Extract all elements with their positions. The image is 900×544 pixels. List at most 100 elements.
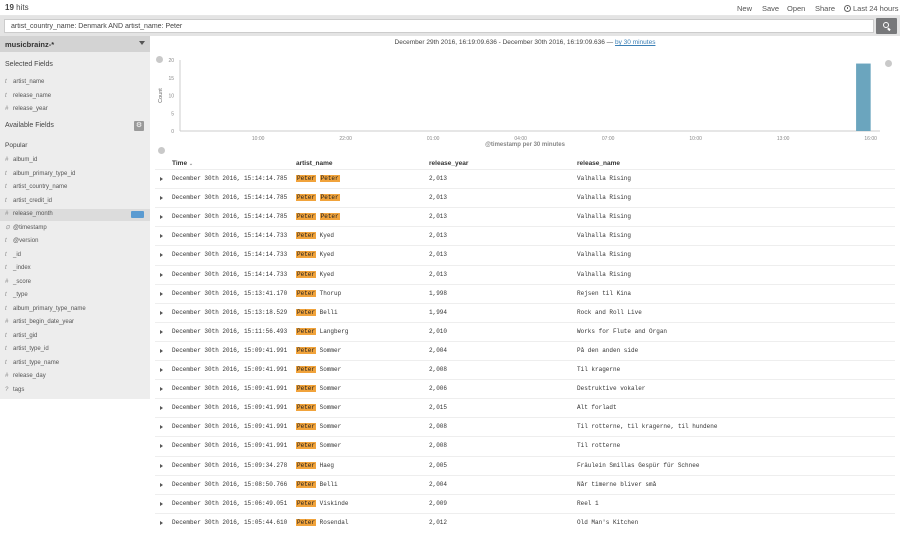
- table-row[interactable]: December 30th 2016, 15:13:41.170 Peter Th…: [155, 283, 895, 303]
- search-input[interactable]: [4, 19, 874, 33]
- field-type-icon: #: [5, 157, 9, 163]
- cell-release-name: Til kragerne: [577, 366, 621, 373]
- cell-time: December 30th 2016, 15:09:41.991: [172, 346, 288, 354]
- expand-row-icon[interactable]: [160, 310, 163, 315]
- expand-row-icon[interactable]: [160, 406, 163, 411]
- add-field-button[interactable]: [131, 211, 144, 218]
- cell-release-year: 2,012: [429, 518, 448, 526]
- cell-release-name: Alt forladt: [577, 404, 617, 412]
- selected-field-item[interactable]: t release_name: [5, 90, 51, 102]
- expand-row-icon[interactable]: [160, 291, 163, 296]
- available-fields-title: Available Fields: [5, 122, 54, 129]
- share-button[interactable]: Share: [815, 4, 835, 13]
- table-row[interactable]: December 30th 2016, 15:09:34.278 Peter Ha…: [155, 455, 895, 475]
- table-row[interactable]: December 30th 2016, 15:08:50.766 Peter Be…: [155, 474, 895, 494]
- expand-row-icon[interactable]: [160, 368, 163, 372]
- clock-icon: [844, 5, 851, 12]
- cell-release-name: Valhalla Rising: [577, 194, 632, 202]
- caret-down-icon: [139, 41, 145, 45]
- expand-row-icon[interactable]: [160, 329, 163, 334]
- table-row[interactable]: December 30th 2016, 15:14:14.733 Peter Ky…: [155, 245, 895, 264]
- table-row[interactable]: December 30th 2016, 15:14:14.785 Peter Pe…: [155, 169, 895, 188]
- histogram-chart: 05101520Count10:00 22:00 01:00 04:00 07:00 10…: [158, 58, 880, 142]
- field-item[interactable]: t _type: [5, 289, 28, 301]
- table-row[interactable]: December 30th 2016, 15:13:18.529 Peter Be…: [155, 302, 895, 322]
- field-item[interactable]: ⊙ @timestamp: [5, 222, 47, 234]
- cell-release-name: På den anden side: [577, 346, 639, 354]
- time-picker[interactable]: Last 24 hours: [844, 4, 898, 13]
- expand-row-icon[interactable]: [160, 444, 163, 449]
- cell-release-year: 2,004: [429, 346, 448, 354]
- table-row[interactable]: December 30th 2016, 15:09:41.991 Peter So…: [155, 340, 895, 360]
- field-type-icon: t: [5, 184, 7, 190]
- selected-field-item[interactable]: t artist_name: [5, 76, 44, 88]
- cell-time: December 30th 2016, 15:09:41.991: [172, 404, 288, 412]
- cell-artist-name: Peter Viskinde: [296, 499, 349, 507]
- discover-main: December 29th 2016, 16:19:09.636 - Decem…: [150, 36, 900, 544]
- selected-field-item[interactable]: # release_year: [5, 103, 48, 115]
- field-item[interactable]: t _index: [5, 262, 31, 274]
- field-item[interactable]: t artist_gid: [5, 330, 37, 342]
- table-row[interactable]: December 30th 2016, 15:14:14.785 Peter Pe…: [155, 207, 895, 226]
- histogram-bar: [856, 63, 871, 131]
- column-header-artist-name[interactable]: artist_name: [296, 160, 333, 167]
- field-item[interactable]: t album_primary_type_id: [5, 168, 75, 180]
- field-item[interactable]: # release_month: [5, 208, 53, 220]
- field-item[interactable]: # album_id: [5, 154, 37, 166]
- toggle-table-icon[interactable]: [158, 147, 165, 154]
- table-row[interactable]: December 30th 2016, 15:09:41.991 Peter So…: [155, 398, 895, 417]
- table-row[interactable]: December 30th 2016, 15:14:14.733 Peter Ky…: [155, 264, 895, 284]
- table-row[interactable]: December 30th 2016, 15:14:14.785 Peter Pe…: [155, 188, 895, 207]
- index-pattern-selector[interactable]: musicbrainz-*: [0, 36, 150, 52]
- cell-artist-name: Peter Sommer: [296, 346, 342, 354]
- table-row[interactable]: December 30th 2016, 15:09:41.991 Peter So…: [155, 360, 895, 379]
- table-row[interactable]: December 30th 2016, 15:11:56.493 Peter La…: [155, 321, 895, 341]
- field-item[interactable]: t album_primary_type_name: [5, 303, 86, 315]
- open-button[interactable]: Open: [787, 4, 805, 13]
- table-row[interactable]: December 30th 2016, 15:14:14.733 Peter Ky…: [155, 226, 895, 245]
- table-row[interactable]: December 30th 2016, 15:09:41.991 Peter So…: [155, 379, 895, 398]
- field-item[interactable]: # release_day: [5, 370, 46, 382]
- expand-row-icon[interactable]: [160, 482, 163, 487]
- expand-row-icon[interactable]: [160, 348, 163, 353]
- field-item[interactable]: t artist_type_id: [5, 343, 49, 355]
- column-header-release-name[interactable]: release_name: [577, 160, 620, 167]
- column-header-release-year[interactable]: release_year: [429, 160, 468, 167]
- cell-release-name: Rejsen til Kina: [577, 289, 632, 297]
- expand-row-icon[interactable]: [160, 234, 163, 239]
- interval-link[interactable]: by 30 minutes: [615, 39, 655, 46]
- save-button[interactable]: Save: [762, 4, 779, 13]
- expand-row-icon[interactable]: [160, 520, 163, 525]
- field-type-icon: ?: [5, 386, 9, 393]
- expand-row-icon[interactable]: [160, 501, 163, 506]
- field-item[interactable]: t _id: [5, 249, 21, 261]
- expand-row-icon[interactable]: [160, 387, 163, 392]
- column-header-time[interactable]: Time ⌄: [172, 160, 193, 167]
- cell-artist-name: Peter Langberg: [296, 327, 349, 335]
- new-button[interactable]: New: [737, 4, 752, 13]
- expand-row-icon[interactable]: [160, 177, 163, 181]
- field-item[interactable]: ? tags: [5, 384, 24, 396]
- field-item[interactable]: # _score: [5, 276, 31, 288]
- cell-artist-name: Peter Sommer: [296, 385, 342, 393]
- table-row[interactable]: December 30th 2016, 15:09:41.991 Peter So…: [155, 436, 895, 455]
- field-item[interactable]: t artist_type_name: [5, 357, 59, 369]
- cell-time: December 30th 2016, 15:13:18.529: [172, 308, 288, 316]
- field-item[interactable]: t @version: [5, 235, 38, 247]
- expand-row-icon[interactable]: [160, 272, 163, 277]
- expand-row-icon[interactable]: [160, 215, 163, 220]
- field-item[interactable]: t artist_country_name: [5, 181, 67, 193]
- expand-row-icon[interactable]: [160, 463, 163, 468]
- table-row[interactable]: December 30th 2016, 15:09:41.991 Peter So…: [155, 417, 895, 436]
- table-row[interactable]: December 30th 2016, 15:05:44.610 Peter Ro…: [155, 512, 895, 532]
- expand-row-icon[interactable]: [160, 253, 163, 258]
- expand-row-icon[interactable]: [160, 196, 163, 201]
- field-item[interactable]: t artist_credit_id: [5, 195, 52, 207]
- table-row[interactable]: December 30th 2016, 15:06:49.051 Peter Vi…: [155, 493, 895, 513]
- field-item[interactable]: # artist_begin_date_year: [5, 316, 74, 328]
- search-icon: [883, 22, 889, 28]
- field-type-icon: #: [5, 106, 9, 112]
- expand-row-icon[interactable]: [160, 425, 163, 430]
- search-button[interactable]: [876, 18, 897, 34]
- gear-icon[interactable]: ⚙: [134, 121, 144, 131]
